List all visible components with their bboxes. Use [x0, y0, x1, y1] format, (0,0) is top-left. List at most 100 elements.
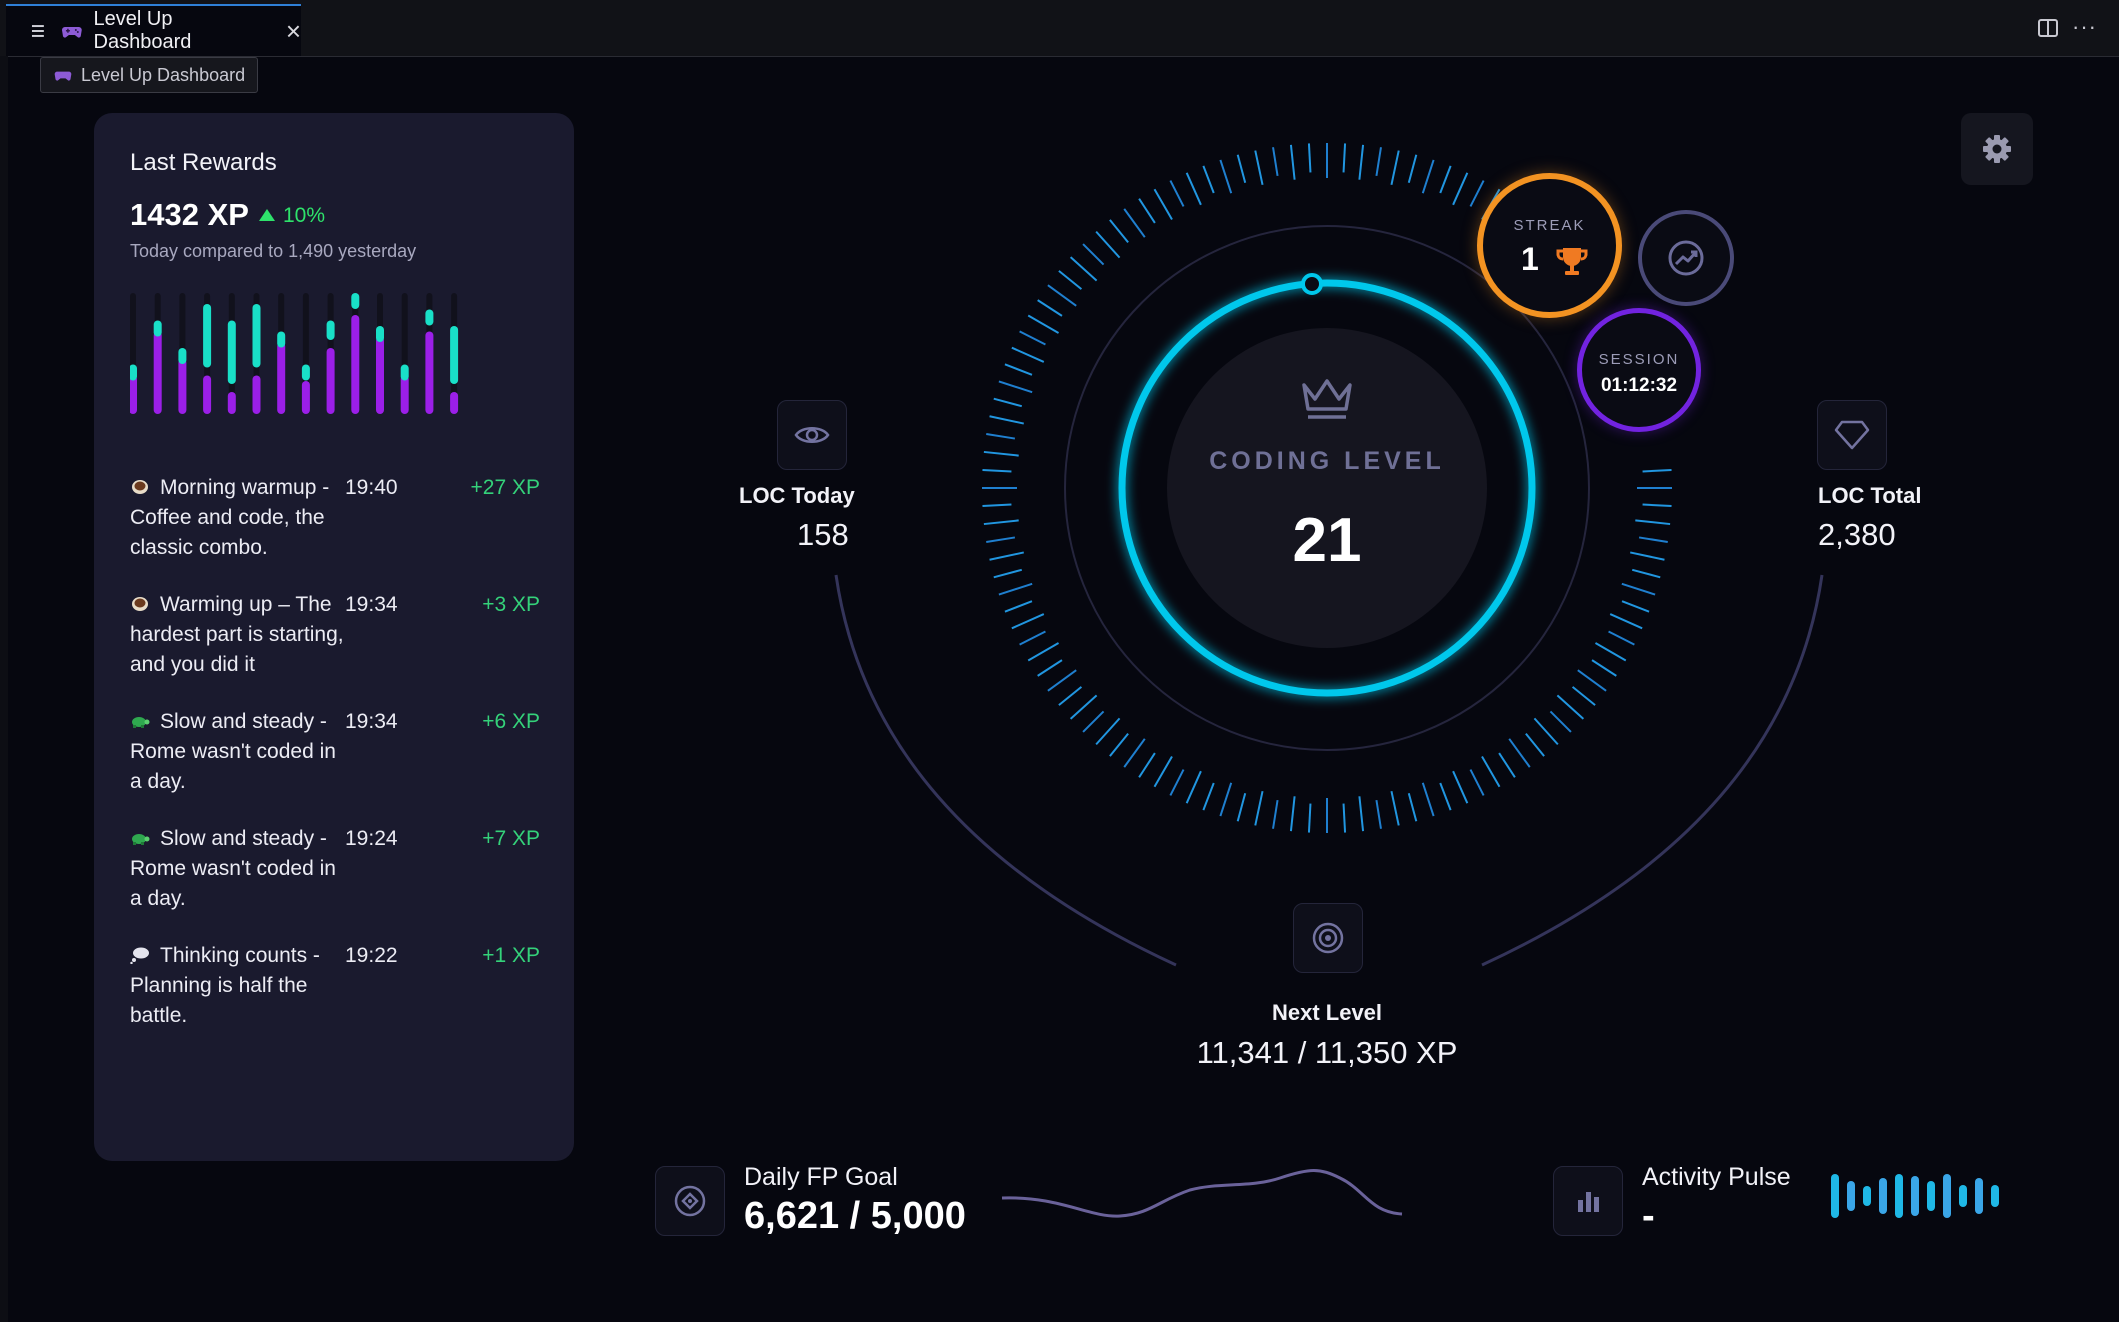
reward-title: Morning warmup - Coffee and code, the cl…	[130, 476, 330, 559]
progress-tick	[989, 551, 1024, 561]
reward-item: Slow and steady - Rome wasn't coded in a…	[130, 824, 540, 914]
activity-label: Activity Pulse	[1642, 1163, 1791, 1191]
tab-tooltip: Level Up Dashboard	[40, 57, 259, 93]
bar-purple	[153, 331, 162, 414]
progress-tick	[1019, 330, 1046, 346]
reward-xp: +6 XP	[482, 710, 540, 733]
xp-compare-text: Today compared to 1,490 yesterday	[130, 241, 417, 261]
streak-badge: STREAK 1	[1477, 173, 1622, 318]
progress-tick	[1272, 147, 1279, 177]
pulse-bar	[1959, 1185, 1967, 1207]
bar-teal	[153, 320, 162, 337]
split-editor-icon[interactable]	[2037, 17, 2059, 39]
panel-title: Last Rewards	[130, 149, 277, 176]
reward-time: 19:34	[345, 710, 398, 733]
activity-pulse-bars	[1831, 1174, 1999, 1218]
progress-tick	[998, 380, 1033, 394]
session-value: 01:12:32	[1600, 375, 1678, 396]
progress-tick	[1069, 256, 1098, 282]
progress-tick	[1407, 154, 1418, 184]
gamepad-icon	[61, 27, 82, 38]
progress-tick	[1082, 243, 1105, 266]
pulse-bar	[1991, 1185, 1999, 1207]
progress-tick	[1307, 143, 1312, 173]
trend-badge[interactable]	[1638, 210, 1734, 306]
progress-tick	[1289, 144, 1296, 180]
daily-goal-label: Daily FP Goal	[744, 1163, 898, 1191]
bar-purple	[425, 331, 434, 414]
progress-tick	[1421, 159, 1435, 194]
session-badge: SESSION 01:12:32	[1577, 308, 1701, 432]
coffee-icon	[132, 597, 148, 611]
up-arrow-icon	[259, 209, 275, 221]
turtle-icon	[132, 717, 150, 728]
activity-value: -	[1642, 1195, 1655, 1237]
close-icon[interactable]: ×	[286, 18, 301, 44]
target-icon	[1312, 922, 1344, 954]
progress-tick	[982, 468, 1012, 473]
reward-item: Thinking counts - Planning is half the b…	[130, 941, 540, 1031]
progress-tick	[1452, 172, 1469, 206]
bar-purple	[252, 375, 261, 414]
turtle-icon	[132, 834, 150, 845]
reward-title: Slow and steady - Rome wasn't coded in a…	[130, 827, 336, 910]
progress-tick	[1185, 172, 1202, 206]
progress-tick	[1004, 363, 1033, 376]
reward-xp: +7 XP	[482, 827, 540, 850]
bar-teal	[252, 304, 261, 368]
gear-icon	[1983, 135, 2011, 163]
coffee-icon	[132, 480, 148, 494]
bar-teal	[203, 304, 212, 368]
thought-bubble-icon	[130, 947, 149, 964]
progress-tick	[986, 433, 1016, 440]
reward-time: 19:24	[345, 827, 398, 850]
hamburger-icon[interactable]	[30, 23, 48, 39]
daily-goal-icon-box	[655, 1166, 725, 1236]
loc-today-label: LOC Today	[739, 483, 855, 508]
progress-tick	[1630, 551, 1665, 561]
progress-tick	[1058, 270, 1083, 290]
more-actions-icon[interactable]: ···	[2072, 14, 2097, 40]
crown-icon	[1302, 379, 1352, 419]
reward-title: Warming up – The hardest part is startin…	[130, 593, 344, 676]
compass-icon	[674, 1185, 706, 1217]
pulse-bar	[1975, 1178, 1983, 1214]
tooltip-text: Level Up Dashboard	[81, 64, 246, 85]
progress-tick	[1095, 230, 1121, 259]
next-level-label: Next Level	[1271, 1000, 1383, 1025]
tab-level-up-dashboard[interactable]: Level Up Dashboard ×	[6, 4, 301, 56]
bar-teal	[326, 320, 335, 340]
rewards-list: Morning warmup - Coffee and code, the cl…	[130, 473, 540, 1058]
pulse-bar	[1831, 1174, 1839, 1218]
pulse-bar	[1911, 1176, 1919, 1216]
next-level-value: 11,341 / 11,350 XP	[1196, 1035, 1458, 1070]
progress-tick	[1047, 284, 1077, 307]
bar-purple	[301, 381, 310, 414]
xp-change-value: 10%	[283, 204, 326, 227]
progress-tick	[1011, 346, 1045, 363]
pulse-bar	[1943, 1174, 1951, 1218]
pulse-bar	[1863, 1186, 1871, 1206]
streak-value: 1	[1521, 241, 1539, 277]
daily-goal-value: 6,621 / 5,000	[744, 1195, 966, 1237]
progress-tick	[1123, 208, 1146, 238]
diamond-icon	[1834, 420, 1870, 450]
loc-total-value: 2,380	[1818, 517, 1896, 552]
bar-purple	[450, 392, 459, 414]
progress-tick	[986, 536, 1016, 543]
session-label: SESSION	[1598, 351, 1680, 368]
tab-title: Level Up Dashboard	[93, 8, 192, 53]
reward-xp: +3 XP	[482, 593, 540, 616]
coding-level-value: 21	[1292, 506, 1362, 575]
progress-tick	[1635, 519, 1671, 526]
progress-marker	[1301, 273, 1323, 295]
bar-purple	[203, 375, 212, 414]
bar-teal	[425, 309, 434, 326]
settings-button[interactable]	[1961, 113, 2033, 185]
trending-up-icon	[1668, 240, 1704, 276]
eye-icon	[794, 427, 830, 443]
pulse-bar	[1847, 1181, 1855, 1211]
progress-tick	[983, 519, 1019, 526]
rewards-bar-chart	[130, 293, 459, 414]
editor-tab-bar: Level Up Dashboard × ···	[0, 0, 2119, 57]
